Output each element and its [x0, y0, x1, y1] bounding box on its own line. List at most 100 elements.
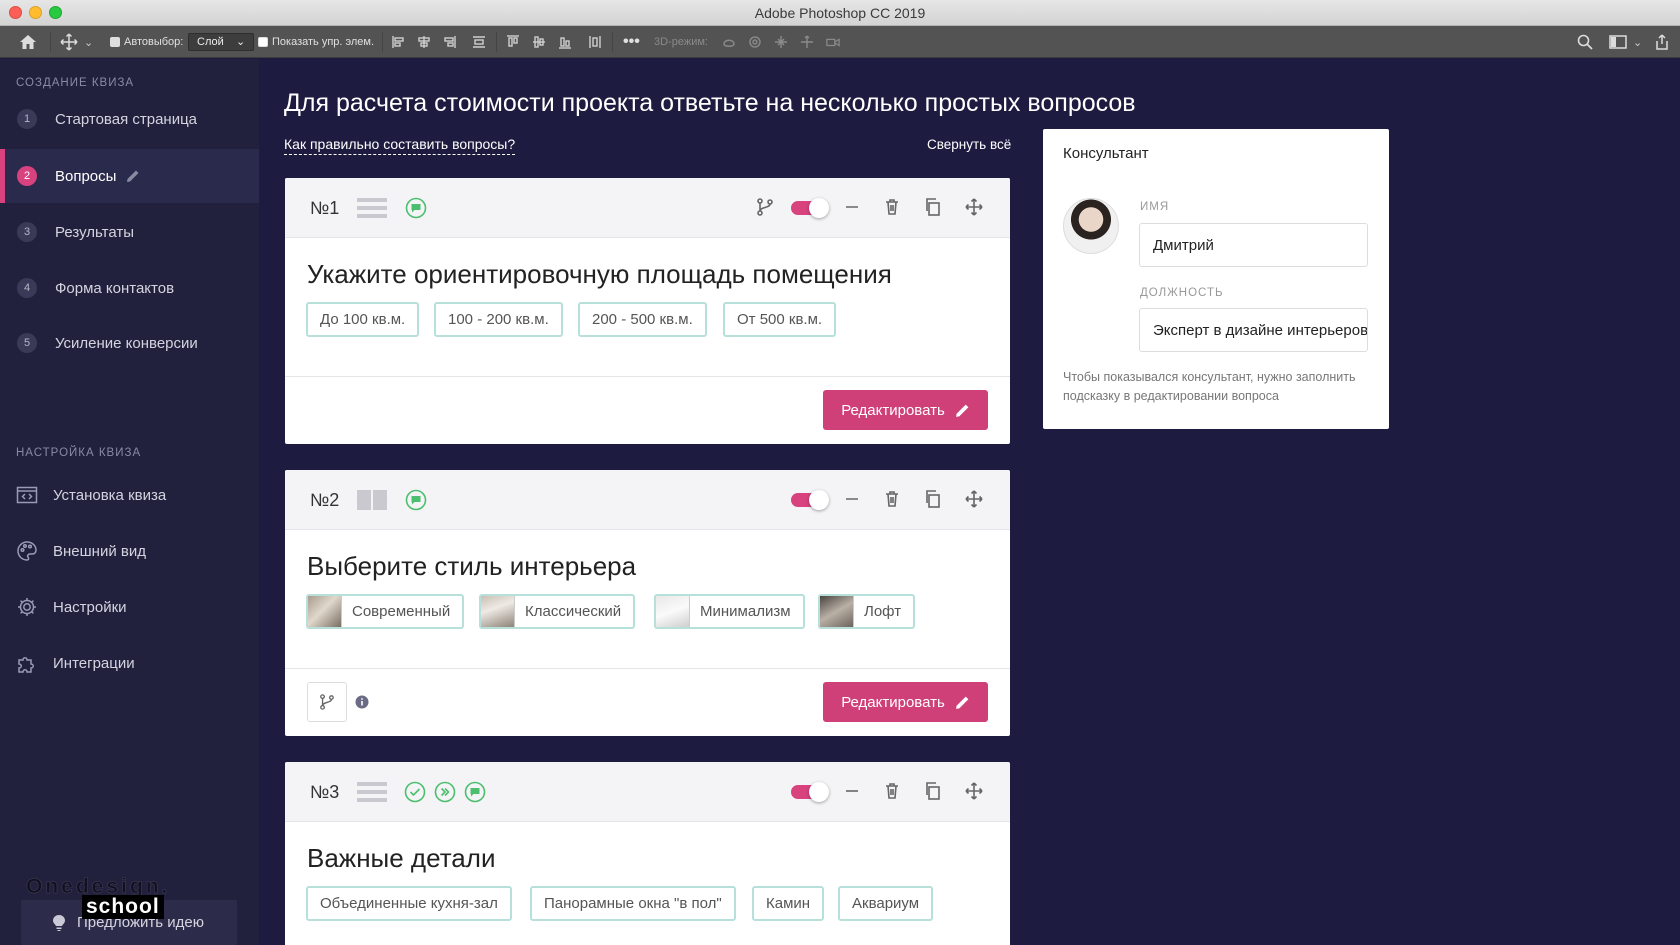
question-card-header: №3 [285, 762, 1010, 822]
comment-icon[interactable] [464, 781, 486, 803]
question-enabled-toggle[interactable] [791, 782, 829, 802]
puzzle-icon [18, 657, 34, 673]
align-right-icon[interactable] [442, 34, 456, 50]
collapse-all-link[interactable]: Свернуть всё [927, 137, 1011, 152]
grid-layout-icon[interactable] [356, 489, 388, 511]
home-icon[interactable] [19, 34, 37, 50]
answer-option[interactable]: От 500 кв.м. [723, 302, 837, 337]
drag-handle-icon[interactable] [965, 490, 983, 508]
answer-option-image[interactable]: Минимализм [654, 594, 805, 629]
3d-pan-icon[interactable] [774, 34, 788, 50]
comment-icon[interactable] [405, 489, 427, 511]
3d-camera-icon[interactable] [826, 34, 840, 50]
answer-option[interactable]: Камин [752, 886, 825, 921]
answer-option[interactable]: 100 - 200 кв.м. [434, 302, 563, 337]
answer-label: Классический [525, 603, 622, 620]
align-center-icon[interactable] [417, 34, 431, 50]
branch-icon[interactable] [756, 198, 774, 216]
sidebar-step-conversion[interactable]: 5 Усиление конверсии [0, 316, 259, 370]
title-bar: Adobe Photoshop CC 2019 [0, 0, 1680, 26]
comment-icon[interactable] [405, 197, 427, 219]
minimize-icon[interactable] [843, 782, 861, 800]
copy-icon[interactable] [924, 782, 942, 800]
align-middle-icon[interactable] [532, 34, 546, 50]
chevron-down-icon[interactable]: ⌄ [84, 36, 93, 49]
search-icon[interactable] [1577, 34, 1593, 50]
question-number: №2 [310, 490, 340, 510]
list-layout-icon[interactable] [356, 197, 388, 219]
sidebar-item-appearance[interactable]: Внешний вид [0, 531, 259, 571]
autoselect-label: Автовыбор: [124, 36, 184, 48]
show-controls-checkbox[interactable]: Показать упр. элем. [258, 34, 374, 50]
trash-icon[interactable] [883, 782, 901, 800]
mode-3d-label: 3D-режим: [654, 36, 708, 48]
answer-option[interactable]: 200 - 500 кв.м. [578, 302, 707, 337]
3d-slide-icon[interactable] [800, 34, 814, 50]
howto-link[interactable]: Как правильно составить вопросы? [284, 136, 516, 155]
sidebar-step-start[interactable]: 1 Стартовая страница [0, 92, 259, 146]
autoselect-select[interactable]: Слой ⌄ [188, 33, 255, 51]
distribute-icon[interactable] [472, 34, 486, 50]
align-top-icon[interactable] [506, 34, 520, 50]
drag-handle-icon[interactable] [965, 198, 983, 216]
sidebar-item-install[interactable]: Установка квиза [0, 475, 259, 515]
consultant-title: Консультант [1063, 145, 1149, 162]
consultant-position-input[interactable]: Эксперт в дизайне интерьеров [1139, 308, 1368, 352]
answer-option[interactable]: Объединенные кухня-зал [306, 886, 512, 921]
align-bottom-icon[interactable] [558, 34, 572, 50]
checkbox-unchecked-icon [258, 37, 268, 47]
branch-icon [320, 694, 334, 710]
trash-icon[interactable] [883, 198, 901, 216]
multiple-choice-icon[interactable] [404, 781, 426, 803]
gear-icon [18, 598, 36, 616]
info-icon[interactable] [355, 695, 369, 709]
sidebar-item-settings[interactable]: Настройки [0, 587, 259, 627]
workspace-icon[interactable]: ⌄ [1609, 34, 1642, 50]
share-icon[interactable] [1654, 34, 1670, 50]
copy-icon[interactable] [924, 198, 942, 216]
pencil-icon [955, 696, 969, 709]
edit-question-button[interactable]: Редактировать [823, 390, 988, 430]
sidebar-step-questions[interactable]: 2 Вопросы [0, 149, 259, 203]
consultant-avatar[interactable] [1063, 198, 1119, 254]
consultant-name-input[interactable]: Дмитрий [1139, 223, 1368, 267]
window-title: Adobe Photoshop CC 2019 [754, 5, 926, 21]
code-window-icon [16, 486, 38, 504]
question-enabled-toggle[interactable] [791, 490, 829, 510]
move-tool-icon[interactable]: ⌄ [60, 33, 93, 51]
answer-option[interactable]: Панорамные окна "в пол" [530, 886, 736, 921]
answer-option-image[interactable]: Лофт [818, 594, 916, 629]
answer-option[interactable]: До 100 кв.м. [306, 302, 420, 337]
sidebar-step-contacts[interactable]: 4 Форма контактов [0, 261, 259, 315]
step-number: 4 [17, 278, 37, 298]
answer-option-image[interactable]: Классический [479, 594, 636, 629]
skip-icon[interactable] [434, 781, 456, 803]
autoselect-checkbox[interactable]: Автовыбор: [110, 34, 183, 50]
branching-button[interactable] [307, 682, 347, 722]
distribute-vertical-icon[interactable] [588, 34, 602, 50]
watermark-school: school [82, 895, 164, 919]
minimize-icon[interactable] [843, 490, 861, 508]
answer-option-image[interactable]: Современный [306, 594, 465, 629]
question-enabled-toggle[interactable] [791, 198, 829, 218]
interior-thumbnail [820, 596, 854, 627]
question-card-header: №1 [285, 178, 1010, 238]
interior-thumbnail [656, 596, 690, 627]
more-options-icon[interactable]: ••• [623, 33, 640, 50]
question-title: Важные детали [307, 843, 496, 873]
sidebar-item-integrations[interactable]: Интеграции [0, 643, 259, 683]
copy-icon[interactable] [924, 490, 942, 508]
list-layout-icon[interactable] [356, 781, 388, 803]
sidebar: Создание квиза 1 Стартовая страница 2 Во… [0, 59, 259, 945]
trash-icon[interactable] [883, 490, 901, 508]
answer-option[interactable]: Аквариум [838, 886, 934, 921]
3d-orbit-icon[interactable] [722, 34, 736, 50]
3d-roll-icon[interactable] [748, 34, 762, 50]
sidebar-step-results[interactable]: 3 Результаты [0, 205, 259, 259]
edit-question-button[interactable]: Редактировать [823, 682, 988, 722]
checkbox-checked-icon [110, 37, 120, 47]
minimize-icon[interactable] [843, 198, 861, 216]
align-left-icon[interactable] [392, 34, 406, 50]
workspace-chevron-icon[interactable]: ⌄ [1633, 36, 1642, 49]
drag-handle-icon[interactable] [965, 782, 983, 800]
